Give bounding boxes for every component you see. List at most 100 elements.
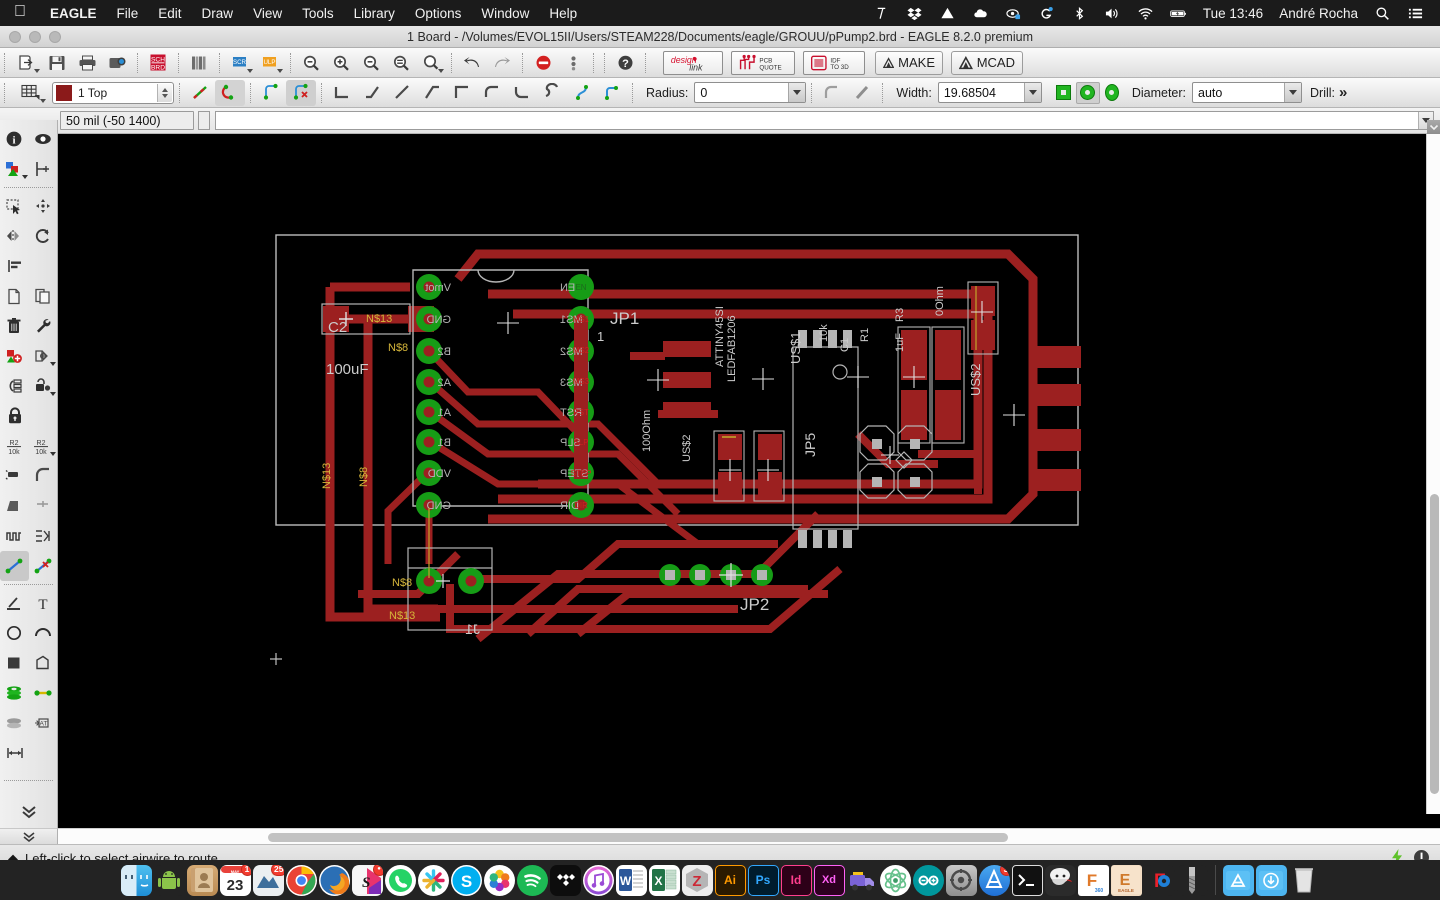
bend-style-8[interactable] <box>567 80 597 106</box>
menu-file[interactable]: File <box>107 6 149 21</box>
board-canvas[interactable]: Vmot GND B2 A2 A1 B1 VDD GND EN MS1 MS2 … <box>58 134 1430 814</box>
fusion360-icon[interactable]: F 360 <box>1077 864 1109 896</box>
excel-icon[interactable]: X <box>648 864 680 896</box>
info-tool[interactable]: i <box>0 124 29 154</box>
bend-style-5[interactable] <box>477 80 507 106</box>
word-icon[interactable]: W <box>615 864 647 896</box>
save-button[interactable] <box>42 50 72 76</box>
indesign-icon[interactable]: Id <box>780 864 812 896</box>
zoom-in-button[interactable] <box>326 50 356 76</box>
grid-icon[interactable] <box>12 80 48 106</box>
atom-icon[interactable] <box>879 864 911 896</box>
applications-folder-icon[interactable] <box>1222 864 1254 896</box>
print-button[interactable] <box>72 50 102 76</box>
preferences-icon[interactable] <box>945 864 977 896</box>
menu-tools[interactable]: Tools <box>292 6 344 21</box>
menu-window[interactable]: Window <box>471 6 539 21</box>
paste-tool[interactable] <box>29 281 58 311</box>
split-tool[interactable] <box>0 491 29 521</box>
layer-spinner[interactable] <box>157 83 172 102</box>
app-store-icon[interactable]: 3 <box>978 864 1010 896</box>
tidal-icon[interactable] <box>549 864 581 896</box>
terminal-icon[interactable] <box>1011 864 1043 896</box>
menu-draw[interactable]: Draw <box>192 6 244 21</box>
vertical-scroll-thumb[interactable] <box>1430 494 1439 794</box>
battery-charging-icon[interactable] <box>1162 6 1195 21</box>
finder-icon[interactable] <box>120 864 152 896</box>
ripup-mode-button[interactable] <box>286 79 316 106</box>
add-part-tool[interactable] <box>0 341 29 371</box>
horizontal-scroll-thumb[interactable] <box>268 833 1008 842</box>
script-button[interactable]: SCR <box>225 50 255 76</box>
chevron-down-icon[interactable] <box>1023 83 1041 102</box>
ripup-tool[interactable] <box>29 311 58 341</box>
ripup-route-tool[interactable] <box>29 551 58 581</box>
change-tool[interactable] <box>0 251 29 281</box>
zoom-redraw-button[interactable] <box>386 50 416 76</box>
hole-tool[interactable] <box>0 708 29 738</box>
show-tool[interactable] <box>29 124 58 154</box>
zoom-out-button[interactable] <box>356 50 386 76</box>
make-button[interactable]: MAKE <box>875 50 943 75</box>
chevron-down-icon[interactable] <box>40 98 46 103</box>
bend-style-0[interactable] <box>327 80 357 106</box>
mirror-tool[interactable] <box>0 221 29 251</box>
horizontal-scrollbar[interactable] <box>58 828 1440 844</box>
group-tool[interactable] <box>0 191 29 221</box>
more-tools-button[interactable] <box>0 797 57 827</box>
sketch-icon[interactable]: S ● <box>351 864 383 896</box>
vertical-scrollbar[interactable] <box>1426 120 1440 814</box>
miter-icon[interactable] <box>29 461 58 491</box>
display-layers-tool[interactable] <box>0 154 29 184</box>
ratsnest-toggle[interactable] <box>215 79 245 106</box>
replace-tool[interactable] <box>29 341 58 371</box>
menubar-clock[interactable]: Tue 13:46 <box>1195 6 1271 21</box>
route-mode-button[interactable] <box>256 80 286 106</box>
chevron-down-icon[interactable] <box>50 452 56 456</box>
slack-icon[interactable] <box>417 864 449 896</box>
cow-icon[interactable] <box>1044 864 1076 896</box>
bluetooth-icon[interactable] <box>1063 6 1096 21</box>
photos-icon[interactable] <box>483 864 515 896</box>
ratsnest-tool[interactable] <box>29 521 58 551</box>
arc-tool[interactable] <box>29 618 58 648</box>
optimize-tool[interactable] <box>29 491 58 521</box>
via-round-button[interactable] <box>1075 81 1100 104</box>
chevron-down-icon[interactable] <box>247 68 253 73</box>
mark-tool[interactable] <box>29 154 58 184</box>
stop-button[interactable] <box>528 50 558 76</box>
trash-icon[interactable] <box>1289 865 1320 896</box>
switch-to-schematic-button[interactable]: SCH BRD <box>143 50 173 76</box>
bend-style-2[interactable] <box>387 80 417 106</box>
toolbar-grip[interactable] <box>4 82 10 103</box>
redo-button[interactable] <box>487 50 517 76</box>
eyeball-sync-icon[interactable] <box>997 6 1030 21</box>
bend-style-7[interactable] <box>537 80 567 106</box>
photoshop-icon[interactable]: Ps <box>747 864 779 896</box>
zoom-fit-button[interactable] <box>296 50 326 76</box>
meander-tool[interactable] <box>0 521 29 551</box>
chevron-down-icon[interactable] <box>788 83 806 102</box>
pcb-quote-button[interactable]: PCB QUOTE <box>731 50 795 75</box>
zotero-icon[interactable]: Z <box>681 864 713 896</box>
search-icon[interactable] <box>1366 6 1399 21</box>
idf-to-3d-button[interactable]: IDF TO 3D <box>803 50 865 75</box>
bend-style-3[interactable] <box>417 80 447 106</box>
via-square-button[interactable] <box>1052 82 1076 104</box>
bend-style-6[interactable] <box>507 80 537 106</box>
rect-tool[interactable] <box>0 648 29 678</box>
chevron-down-icon[interactable] <box>50 362 56 366</box>
library-manager-button[interactable] <box>184 50 214 76</box>
attribute-tool[interactable]: AT <box>29 708 58 738</box>
route-tool[interactable] <box>0 551 29 581</box>
downloads-folder-icon[interactable] <box>1255 864 1287 896</box>
name-tool[interactable]: R2 10k <box>0 431 29 461</box>
miter-straight-button[interactable] <box>847 80 877 106</box>
menu-eagle[interactable]: EAGLE <box>40 6 107 21</box>
pinswap-tool[interactable] <box>0 371 29 401</box>
circle-tool[interactable] <box>0 618 29 648</box>
chevron-down-icon[interactable] <box>50 392 56 396</box>
dimension-tool[interactable] <box>0 738 29 768</box>
wire-tool[interactable] <box>0 588 29 618</box>
skype-icon[interactable]: S <box>450 864 482 896</box>
